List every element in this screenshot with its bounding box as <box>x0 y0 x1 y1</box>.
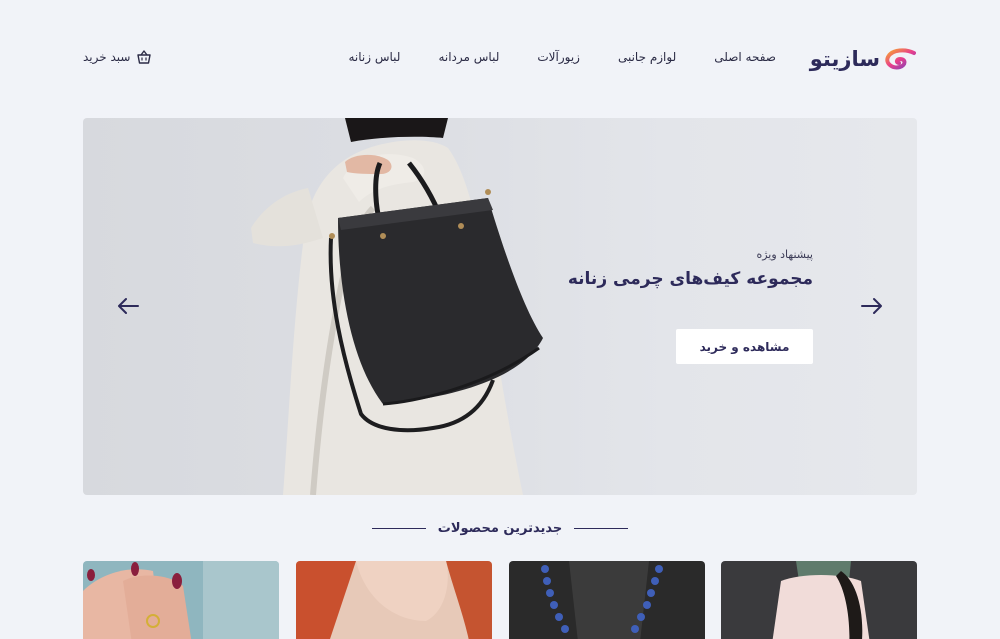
main-nav: صفحه اصلی لوازم جانبی زیورآلات لباس مردا… <box>348 50 776 64</box>
nav-item-mens-clothing[interactable]: لباس مردانه <box>438 50 499 64</box>
arrow-left-icon[interactable] <box>116 296 140 316</box>
nav-item-home[interactable]: صفحه اصلی <box>714 50 776 64</box>
product-image <box>83 561 279 639</box>
site-header: سازیتو صفحه اصلی لوازم جانبی زیورآلات لب… <box>0 0 1000 118</box>
divider-line <box>574 527 629 529</box>
section-title: جدیدترین محصولات <box>437 520 563 536</box>
hero-image <box>251 118 543 495</box>
product-grid <box>83 561 917 639</box>
product-card-ring[interactable] <box>83 561 279 639</box>
hero-eyebrow: پیشنهاد ویژه <box>756 248 813 261</box>
product-image <box>721 561 917 639</box>
product-image <box>296 561 492 639</box>
product-card-earrings[interactable] <box>296 561 492 639</box>
cart-label: سبد خرید <box>83 50 131 64</box>
hero-slider: پیشنهاد ویژه مجموعه کیف‌های چرمی زنانه م… <box>83 118 917 495</box>
arrow-right-icon[interactable] <box>860 296 884 316</box>
product-card-womens-top[interactable] <box>721 561 917 639</box>
nav-item-jewelry[interactable]: زیورآلات <box>537 50 580 64</box>
logo-swirl-icon <box>885 48 916 70</box>
nav-item-accessories[interactable]: لوازم جانبی <box>618 50 676 64</box>
product-card-necklace[interactable] <box>509 561 705 639</box>
cart-button[interactable]: سبد خرید <box>83 49 152 65</box>
basket-icon <box>137 50 152 64</box>
divider-line <box>371 527 426 529</box>
hero-title: مجموعه کیف‌های چرمی زنانه <box>567 269 813 289</box>
product-image <box>509 561 705 639</box>
nav-item-womens-clothing[interactable]: لباس زنانه <box>348 50 400 64</box>
brand-name: سازیتو <box>809 47 881 71</box>
section-heading: جدیدترین محصولات <box>0 518 1000 538</box>
brand-logo[interactable]: سازیتو <box>810 44 916 74</box>
shop-now-button[interactable]: مشاهده و خرید <box>676 329 813 364</box>
